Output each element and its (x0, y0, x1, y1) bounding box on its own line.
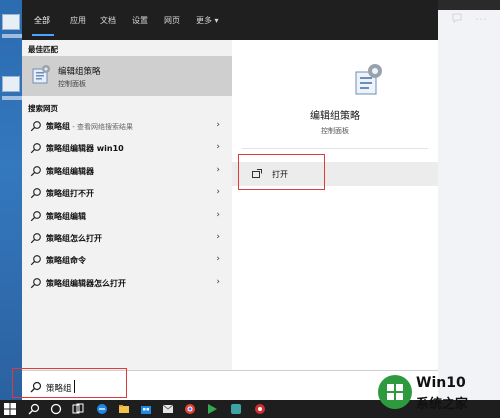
divider (242, 148, 428, 149)
best-match-heading: 最佳匹配 (28, 45, 58, 54)
chevron-right-icon[interactable]: › (216, 277, 220, 287)
desktop-icon[interactable] (2, 14, 20, 30)
play-store-icon[interactable] (206, 403, 218, 415)
tab-settings[interactable]: 设置 (132, 15, 148, 26)
web-result-label: 策略组怎么打开 (46, 234, 102, 243)
web-result-item[interactable]: 策略组打不开 › (22, 183, 232, 205)
search-filter-bar: 全部 应用 文档 设置 网页 更多 ▾ ⋯ (22, 0, 487, 40)
desktop-icon[interactable] (2, 76, 20, 92)
web-result-label: 策略组命令 (46, 256, 86, 266)
more-options-icon[interactable]: ⋯ (474, 12, 488, 26)
desktop-icon-label (2, 34, 22, 38)
chevron-right-icon[interactable]: › (216, 120, 220, 130)
chevron-right-icon[interactable]: › (216, 210, 220, 220)
detail-title: 编辑组策略 (310, 111, 360, 122)
group-policy-icon (355, 64, 382, 95)
desktop-icon-label (2, 96, 22, 100)
web-search-heading: 搜索网页 (28, 104, 58, 113)
search-icon (30, 233, 41, 244)
results-list: 最佳匹配 编辑组策略 控制面板 搜索网页 策略组 - 查看网络搜索结果 › 策略组编… (22, 40, 232, 370)
tab-apps[interactable]: 应用 (70, 15, 86, 26)
edge-browser-icon[interactable] (96, 403, 108, 415)
web-result-item[interactable]: 策略组命令 › (22, 250, 232, 272)
web-result-label: 策略组编辑器 win10 (46, 144, 124, 154)
web-result-item[interactable]: 策略组 - 查看网络搜索结果 › (22, 116, 232, 138)
search-panel: 全部 应用 文档 设置 网页 更多 ▾ ⋯ 最佳匹配 编辑组策略 控制面板 搜索… (12, 0, 487, 400)
web-result-label: 策略组打不开 (46, 189, 94, 199)
chrome-icon[interactable] (184, 403, 196, 415)
mail-icon[interactable] (162, 403, 174, 415)
web-result-item[interactable]: 策略组编辑 › (22, 206, 232, 228)
highlight-box-open (238, 154, 325, 190)
web-result-label: 策略组编辑 (46, 211, 86, 221)
search-icon (30, 165, 41, 177)
detail-subtitle: 控制面板 (321, 127, 349, 135)
feedback-icon[interactable] (450, 12, 464, 26)
best-match-title: 编辑组策略 (58, 67, 101, 77)
background-window (438, 0, 500, 400)
windows-logo-watermark (378, 375, 412, 409)
file-explorer-icon[interactable] (118, 403, 130, 415)
windows-start-icon[interactable] (4, 403, 16, 415)
search-icon (30, 277, 41, 289)
search-icon (30, 121, 41, 132)
watermark-line2: 系统之家 (416, 397, 469, 412)
cortana-icon[interactable] (50, 403, 62, 415)
task-view-icon[interactable] (72, 403, 84, 415)
chevron-right-icon[interactable]: › (216, 165, 220, 175)
tab-web[interactable]: 网页 (164, 15, 180, 26)
taskbar-search-icon[interactable] (28, 403, 40, 415)
web-result-item[interactable]: 策略组编辑器 › (22, 161, 232, 183)
tab-documents[interactable]: 文档 (100, 15, 116, 26)
app-icon-red[interactable] (254, 403, 266, 415)
web-result-item[interactable]: 策略组怎么打开 › (22, 228, 232, 250)
best-match-subtitle: 控制面板 (58, 80, 86, 88)
tab-all[interactable]: 全部 (34, 15, 50, 26)
chevron-right-icon[interactable]: › (216, 142, 220, 152)
search-icon (30, 143, 41, 154)
watermark: Win10 系统之家 (378, 373, 498, 415)
web-result-label: 策略组编辑器 (46, 166, 94, 176)
web-result-item[interactable]: 策略组编辑器怎么打开 › (22, 273, 232, 295)
search-icon (30, 210, 41, 221)
chevron-right-icon[interactable]: › (216, 232, 220, 242)
web-result-item[interactable]: 策略组编辑器 win10 › (22, 138, 232, 160)
highlight-box-search (12, 368, 127, 398)
chevron-right-icon[interactable]: › (216, 254, 220, 264)
store-icon[interactable] (140, 403, 152, 415)
web-result-label: 策略组编辑器怎么打开 (46, 278, 126, 288)
tab-more[interactable]: 更多 ▾ (196, 15, 219, 26)
group-policy-icon (32, 65, 50, 84)
search-icon (30, 188, 41, 199)
active-tab-indicator (32, 34, 54, 36)
best-match-item[interactable]: 编辑组策略 控制面板 (22, 56, 232, 96)
web-result-label: 策略组 - 查看网络搜索结果 (46, 122, 133, 131)
detail-pane: 编辑组策略 控制面板 打开 (232, 40, 438, 370)
watermark-line1: Win10 (416, 375, 466, 391)
app-icon-teal[interactable] (230, 403, 242, 415)
search-icon (30, 255, 41, 266)
chevron-right-icon[interactable]: › (216, 187, 220, 197)
